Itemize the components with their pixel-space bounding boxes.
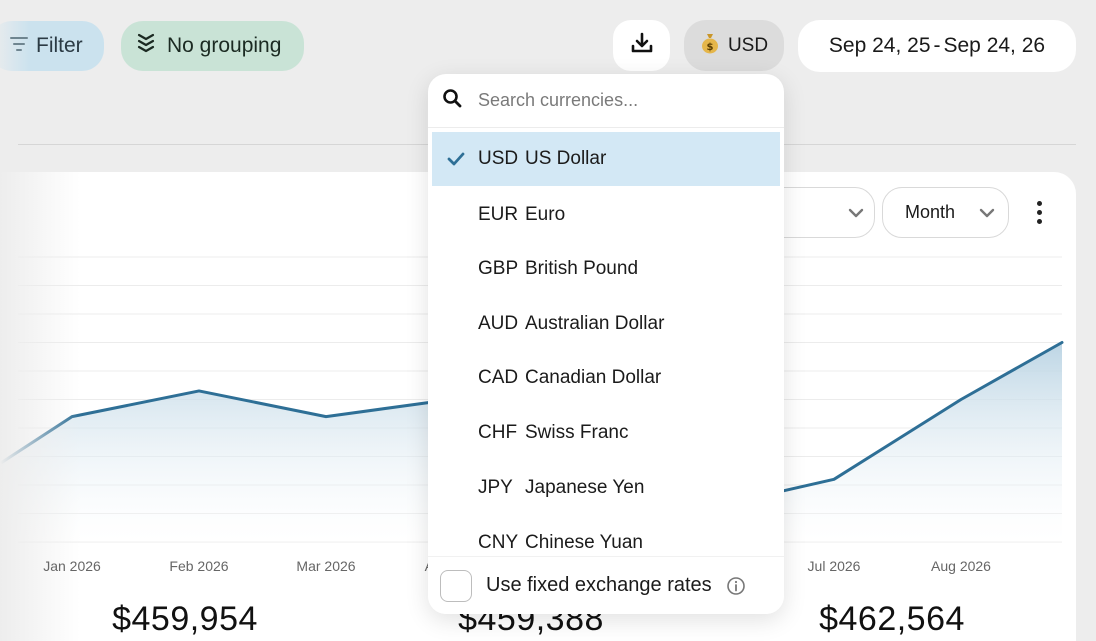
currency-dropdown: USD US Dollar EUR Euro GBP British Pound AUD Au… [428,74,784,614]
period-label: Month [905,202,956,222]
fixed-rates-label: Use fixed exchange rates [486,574,712,596]
currency-name: Canadian Dollar [525,367,662,388]
search-icon [442,88,462,113]
more-dot [1036,209,1042,215]
chevron-down-icon [848,202,864,223]
currency-option-aud[interactable]: AUD Australian Dollar [432,297,780,351]
currency-name: Chinese Yuan [525,532,643,553]
checkmark-icon [432,152,478,166]
x-tick-label: Jul 2026 [807,558,861,574]
x-tick-label: Mar 2026 [296,558,356,574]
currency-code: GBP [478,258,519,279]
more-dot [1036,218,1042,224]
summary-value: $462,564 [819,600,965,638]
fixed-rates-row: Use fixed exchange rates [428,556,784,614]
currency-code: USD [478,148,519,169]
currency-name: Japanese Yen [525,477,645,498]
currency-name: US Dollar [525,148,607,169]
currency-search [428,74,784,128]
currency-code: JPY [478,477,513,498]
more-options-button[interactable] [1026,196,1052,228]
x-tick-label: Jan 2026 [43,558,101,574]
more-dot [1036,200,1042,206]
currency-option-chf[interactable]: CHF Swiss Franc [432,406,780,460]
currency-name: Australian Dollar [525,313,665,334]
currency-code: CHF [478,422,518,443]
currency-name: Swiss Franc [525,422,629,443]
currency-name: British Pound [525,258,639,279]
currency-code: AUD [478,313,519,334]
info-icon[interactable] [726,576,746,596]
currency-option-jpy[interactable]: JPY Japanese Yen [432,461,780,515]
currency-search-input[interactable] [478,90,758,111]
fixed-rates-checkbox[interactable] [440,569,472,602]
x-tick-label: Aug 2026 [931,558,991,574]
currency-option-usd[interactable]: USD US Dollar [432,132,780,186]
currency-option-eur[interactable]: EUR Euro [432,188,780,242]
currency-name: Euro [525,204,566,225]
period-select[interactable]: Month [882,187,1009,238]
currency-option-gbp[interactable]: GBP British Pound [432,242,780,296]
x-tick-label: Feb 2026 [169,558,229,574]
currency-option-cad[interactable]: CAD Canadian Dollar [432,351,780,405]
chevron-down-icon [979,202,995,223]
currency-code: CNY [478,532,519,553]
currency-code: EUR [478,204,519,225]
currency-code: CAD [478,367,519,388]
summary-value: $459,954 [112,600,258,638]
